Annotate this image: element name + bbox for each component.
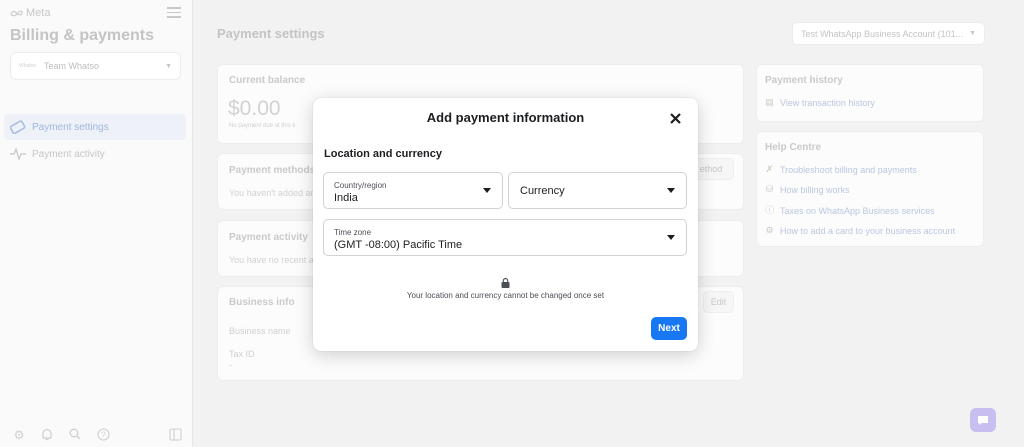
field-placeholder: Currency bbox=[520, 185, 565, 197]
field-value: India bbox=[334, 192, 358, 204]
caret-down-icon bbox=[483, 188, 491, 193]
close-button[interactable] bbox=[666, 109, 684, 127]
lock-icon bbox=[501, 278, 510, 288]
caret-down-icon bbox=[667, 235, 675, 240]
add-payment-information-dialog: Add payment information Location and cur… bbox=[313, 98, 698, 351]
country-region-select[interactable]: Country/region India bbox=[323, 172, 503, 209]
currency-lock-note: Your location and currency cannot be cha… bbox=[406, 291, 605, 300]
field-label: Time zone bbox=[334, 228, 372, 237]
dialog-title: Add payment information bbox=[426, 110, 585, 125]
section-title: Location and currency bbox=[324, 148, 442, 160]
close-icon bbox=[669, 112, 681, 124]
next-button[interactable]: Next bbox=[651, 317, 687, 340]
caret-down-icon bbox=[667, 188, 675, 193]
field-label: Country/region bbox=[334, 181, 387, 190]
time-zone-select[interactable]: Time zone (GMT -08:00) Pacific Time bbox=[323, 219, 687, 256]
currency-select[interactable]: Currency bbox=[508, 172, 687, 209]
field-value: (GMT -08:00) Pacific Time bbox=[334, 239, 463, 251]
